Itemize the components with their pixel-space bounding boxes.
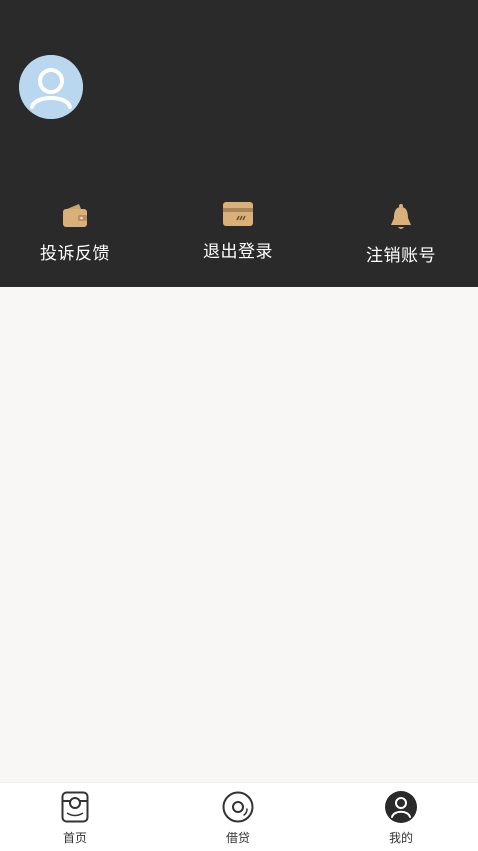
wallet-icon [15,203,135,233]
content-area [0,287,478,782]
user-avatar-icon[interactable] [19,55,83,119]
tab-mine-label: 我的 [388,831,413,845]
complaint-feedback-label: 投诉反馈 [40,244,110,264]
home-icon [35,791,115,827]
bell-icon [341,203,461,235]
cancel-account-button[interactable]: 注销账号 [341,203,461,266]
logout-button[interactable]: 退出登录 [178,201,298,262]
card-icon [178,201,298,231]
profile-icon [361,791,441,827]
profile-header: 投诉反馈 退出登录 注销账号 [0,0,478,287]
cancel-account-label: 注销账号 [366,246,436,266]
tab-home[interactable]: 首页 [35,791,115,846]
complaint-feedback-button[interactable]: 投诉反馈 [15,203,135,264]
bottom-tab-bar: 首页 借贷 我的 [0,782,478,851]
tab-home-label: 首页 [62,831,87,845]
tab-mine[interactable]: 我的 [361,791,441,846]
tab-loan[interactable]: 借贷 [198,791,278,846]
logout-label: 退出登录 [203,242,273,262]
loan-disc-icon [198,791,278,827]
tab-loan-label: 借贷 [225,831,250,845]
